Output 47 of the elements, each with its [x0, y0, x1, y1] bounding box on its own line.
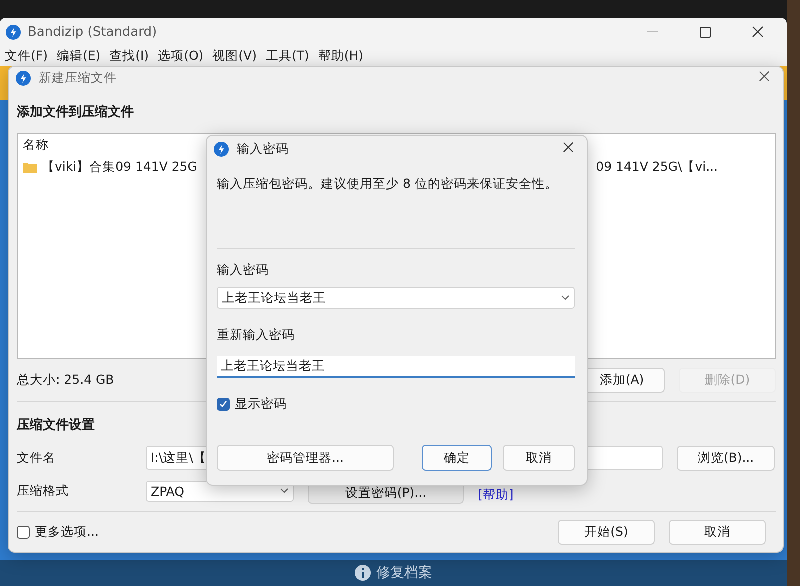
cancel-button[interactable]: 取消 [503, 445, 575, 471]
app-logo-icon [16, 70, 31, 86]
cancel-button[interactable]: 取消 [669, 520, 766, 544]
window-title: Bandizip (Standard) [28, 24, 158, 40]
field-label: 输入密码 [217, 262, 270, 279]
close-icon[interactable] [759, 71, 770, 82]
section-heading: 压缩文件设置 [17, 416, 96, 434]
column-header: 名称 [23, 137, 49, 152]
checkbox-label: 更多选项... [35, 524, 99, 540]
ok-button[interactable]: 确定 [422, 445, 492, 471]
menu-item[interactable]: 帮助(H) [315, 48, 370, 64]
menu-item[interactable]: 查找(I) [106, 48, 156, 64]
menu-item[interactable]: 选项(O) [155, 48, 210, 64]
chevron-down-icon[interactable] [280, 488, 289, 494]
chevron-down-icon[interactable] [561, 295, 570, 301]
menu-item[interactable]: 工具(T) [262, 48, 316, 64]
password-manager-button[interactable]: 密码管理器... [217, 445, 394, 471]
checkbox[interactable] [217, 398, 230, 411]
password-dropdown[interactable]: 上老王论坛当老王 [217, 287, 575, 309]
close-icon[interactable] [563, 142, 574, 153]
section-heading: 添加文件到压缩文件 [17, 104, 135, 121]
app-logo-icon [6, 24, 21, 40]
start-button[interactable]: 开始(S) [558, 520, 655, 544]
info-icon [354, 565, 370, 581]
close-icon[interactable] [752, 26, 764, 38]
checkmark-icon [219, 400, 228, 409]
menu-item[interactable]: 文件(F) [2, 48, 54, 64]
path-cell: 09 141V 25G\【vi... [596, 159, 718, 176]
browse-button[interactable]: 浏览(B)... [677, 446, 775, 470]
folder-icon [23, 162, 37, 173]
dialog-title: 新建压缩文件 [39, 70, 118, 86]
dialog-title: 输入密码 [237, 140, 290, 158]
help-link[interactable]: [帮助] [478, 487, 514, 504]
file-name-cell: 【viki】合集09 141V 25G [42, 159, 198, 176]
total-size: 总大小: 25.4 GB [17, 372, 116, 388]
maximize-icon[interactable] [700, 26, 710, 38]
field-label: 文件名 [17, 450, 57, 466]
dialog-description: 输入压缩包密码。建议使用至少 8 位的密码来保证安全性。 [217, 176, 558, 191]
field-label: 重新输入密码 [217, 327, 296, 344]
status-text: 修复档案 [376, 564, 432, 582]
confirm-password-field[interactable]: 上老王论坛当老王 [217, 356, 575, 378]
menu-item[interactable]: 编辑(E) [54, 48, 107, 64]
checkbox[interactable] [17, 526, 30, 538]
field-label: 压缩格式 [17, 482, 70, 500]
checkbox-label: 显示密码 [235, 396, 287, 413]
app-logo-icon [214, 142, 229, 156]
menu-item[interactable]: 视图(V) [210, 48, 263, 64]
